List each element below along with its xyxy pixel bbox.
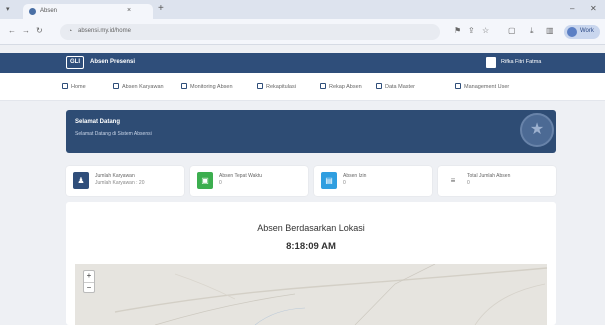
welcome-banner: Selamat Datang Selamat Datang di Sistem … [66,110,556,153]
nav-label: Home [71,84,86,90]
translate-icon[interactable]: ⚑ [454,27,461,35]
app-logo[interactable]: GLI [66,56,84,69]
tab-favicon-icon [29,8,36,15]
tab-search-icon[interactable]: ▾ [6,6,13,13]
check-icon: ▣ [197,172,213,189]
nav-label: Rekapitulasi [266,84,296,90]
card-label: Absen Izin [343,173,367,179]
profile-label: Work [580,28,594,34]
location-panel: Absen Berdasarkan Lokasi 8:18:09 AM + − [66,202,556,325]
panel-title: Absen Berdasarkan Lokasi [257,223,365,233]
stat-card-total-absen[interactable]: ≡ Total Jumlah Absen 0 [438,166,556,196]
tab-title: Absen [40,8,58,14]
close-window-icon[interactable]: ✕ [590,4,597,13]
card-value: 0 [467,180,470,186]
chart-icon [257,83,263,89]
new-tab-button[interactable]: + [158,4,164,14]
app-header: GLI Absen Presensi Rifka Fitri Fatma [0,53,605,73]
user-avatar-icon[interactable] [486,57,496,68]
nav-item-home[interactable]: Home [62,83,86,90]
browser-tab-bar: ▾ Absen × + – ✕ [0,0,605,19]
browser-tab[interactable]: Absen × [23,4,153,19]
card-value: Jumlah Karyawan : 20 [95,180,145,186]
banner-title: Selamat Datang [75,119,121,125]
user-cog-icon [455,83,461,89]
nav-label: Rekap Absen [329,84,362,90]
reload-icon[interactable]: ↻ [36,27,43,35]
app-title[interactable]: Absen Presensi [90,59,135,65]
zoom-in-button[interactable]: + [84,271,94,282]
star-icon[interactable]: ☆ [482,27,489,35]
extensions-icon[interactable]: ▢ [508,27,516,35]
nav-item-rekapitulasi[interactable]: Rekapitulasi [257,83,296,90]
users-icon [113,83,119,89]
avatar [567,27,577,37]
clock-time: 8:18:09 AM [286,241,336,252]
minimize-icon[interactable]: – [570,4,574,13]
sidebar-icon[interactable]: ▥ [546,27,554,35]
home-icon [62,83,68,89]
stat-card-jumlah-karyawan[interactable]: ♟ Jumlah Karyawan Jumlah Karyawan : 20 [66,166,184,196]
card-value: 0 [343,180,346,186]
nav-item-management-user[interactable]: Management User [455,83,509,90]
nav-item-monitoring[interactable]: Monitoring Absen [181,83,233,90]
file-icon [320,83,326,89]
nav-item-rekap-absen[interactable]: Rekap Absen [320,83,362,90]
share-icon[interactable]: ⇪ [468,27,475,35]
card-label: Absen Tepat Waktu [219,173,263,179]
nav-label: Monitoring Absen [190,84,233,90]
star-badge-icon: ★ [520,113,554,147]
banner-subtitle: Selamat Datang di Sistem Absensi [75,131,152,137]
address-bar[interactable]: ◔ absensi.my.id/home [60,24,440,40]
back-icon[interactable]: ← [8,27,16,35]
card-label: Jumlah Karyawan [95,173,135,179]
location-map[interactable]: + − [75,264,547,325]
forward-icon[interactable]: → [22,27,30,35]
tab-close-icon[interactable]: × [127,7,131,14]
nav-label: Absen Karyawan [122,84,164,90]
stat-card-izin[interactable]: ▤ Absen Izin 0 [314,166,432,196]
main-nav: Home Absen Karyawan Monitoring Absen Rek… [0,73,605,101]
nav-item-data-master[interactable]: Data Master [376,83,415,90]
map-zoom-control: + − [83,270,95,293]
url-text[interactable]: absensi.my.id/home [78,28,131,34]
card-value: 0 [219,180,222,186]
browser-toolbar: ← → ↻ ◔ absensi.my.id/home ⚑ ⇪ ☆ ▢ ⤓ ▥ W… [0,19,605,45]
stat-card-tepat-waktu[interactable]: ▣ Absen Tepat Waktu 0 [190,166,308,196]
profile-button[interactable]: Work [564,25,600,39]
lock-icon[interactable]: ◔ [68,28,72,35]
download-icon[interactable]: ⤓ [530,27,534,35]
user-icon: ♟ [73,172,89,189]
nav-label: Data Master [385,84,415,90]
list-icon: ≡ [445,172,461,189]
zoom-out-button[interactable]: − [84,282,94,293]
nav-label: Management User [464,84,510,90]
nav-item-absen-karyawan[interactable]: Absen Karyawan [113,83,164,90]
database-icon [376,83,382,89]
map-roads [114,264,547,325]
calendar-icon: ▤ [321,172,337,189]
user-name[interactable]: Rifka Fitri Fatma [501,59,541,65]
card-label: Total Jumlah Absen [467,173,511,179]
monitor-icon [181,83,187,89]
